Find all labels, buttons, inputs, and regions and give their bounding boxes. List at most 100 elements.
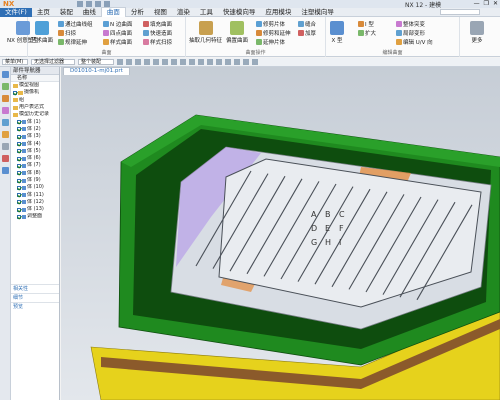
endpoint-snap-icon[interactable]: [162, 59, 168, 65]
law-extension-button[interactable]: 规律延伸: [58, 38, 87, 46]
view-fit-icon[interactable]: [198, 59, 204, 65]
preview-section[interactable]: 预览: [11, 302, 59, 311]
visibility-checkbox[interactable]: [17, 200, 21, 205]
tab-curve[interactable]: 曲线: [78, 8, 101, 17]
through-curves-button[interactable]: 通过曲线组: [58, 20, 93, 28]
process-studio-icon[interactable]: [2, 167, 9, 174]
tree-item[interactable]: 体 (7): [11, 162, 59, 169]
tree-item[interactable]: 体 (13): [11, 206, 59, 213]
sew-button[interactable]: 缝合: [298, 20, 316, 28]
zoom-icon[interactable]: [207, 59, 213, 65]
deselect-icon[interactable]: [135, 59, 141, 65]
more-button[interactable]: 更多: [470, 21, 484, 44]
offset-surface-button[interactable]: 偏置曲面: [226, 21, 248, 44]
visibility-checkbox[interactable]: [17, 171, 21, 176]
tree-item[interactable]: 体 (11): [11, 191, 59, 198]
history-icon[interactable]: [2, 119, 9, 126]
tab-analysis[interactable]: 分析: [126, 8, 149, 17]
tree-item[interactable]: 体 (8): [11, 170, 59, 177]
part-navigator-icon[interactable]: [2, 71, 9, 78]
tree-item[interactable]: 体 (10): [11, 184, 59, 191]
system-materials-icon[interactable]: [2, 143, 9, 150]
sweep-button[interactable]: 扫掠: [58, 29, 76, 37]
four-point-button[interactable]: 四点曲面: [103, 29, 132, 37]
enlarge-button[interactable]: 扩大: [358, 29, 376, 37]
face-rule-icon[interactable]: [153, 59, 159, 65]
styled-sweep-button[interactable]: 样式扫掠: [143, 38, 172, 46]
visibility-checkbox[interactable]: [17, 142, 21, 147]
center-snap-icon[interactable]: [180, 59, 186, 65]
i-form-button[interactable]: I 型: [358, 20, 374, 28]
tree-item[interactable]: 模型历史记录: [11, 111, 59, 118]
visibility-checkbox[interactable]: [17, 193, 21, 198]
layer-icon[interactable]: [252, 59, 258, 65]
curve-rule-icon[interactable]: [144, 59, 150, 65]
tab-mold-wizard[interactable]: 注塑模向导: [296, 8, 339, 17]
extend-sheet-button[interactable]: 延伸片体: [256, 38, 285, 46]
tree-item[interactable]: 摄像机: [11, 89, 59, 96]
global-shaping-button[interactable]: 整体突变: [396, 20, 425, 28]
tree-item[interactable]: 用户表达式: [11, 104, 59, 111]
minimize-button[interactable]: —: [474, 0, 480, 7]
reuse-library-icon[interactable]: [2, 107, 9, 114]
web-browser-icon[interactable]: [2, 131, 9, 138]
constraint-navigator-icon[interactable]: [2, 95, 9, 102]
selection-scope-dropdown[interactable]: 整个装配: [78, 59, 114, 65]
dependencies-section[interactable]: 相关性: [11, 284, 59, 293]
tree-item[interactable]: 体 (1): [11, 118, 59, 125]
intersect-snap-icon[interactable]: [189, 59, 195, 65]
shaded-view-icon[interactable]: [234, 59, 240, 65]
tab-assembly[interactable]: 装配: [55, 8, 78, 17]
tab-render[interactable]: 渲染: [172, 8, 195, 17]
visibility-checkbox[interactable]: [17, 120, 21, 125]
menu-dropdown[interactable]: 菜单(M): [2, 59, 28, 65]
edit-uv-button[interactable]: 编辑 U/V 向: [396, 38, 433, 46]
snap-point-icon[interactable]: [117, 59, 123, 65]
visibility-checkbox[interactable]: [17, 178, 21, 183]
tree-item[interactable]: 调整面: [11, 213, 59, 220]
graphics-window[interactable]: D01010-1-mj01.prt ABCDEFGHI: [61, 67, 500, 400]
tab-applications[interactable]: 应用模块: [260, 8, 296, 17]
role-icon[interactable]: [2, 155, 9, 162]
tree-item[interactable]: 体 (5): [11, 148, 59, 155]
tree-item[interactable]: 体 (2): [11, 126, 59, 133]
tree-item[interactable]: 体 (9): [11, 177, 59, 184]
tree-item[interactable]: 体 (12): [11, 199, 59, 206]
rotate-icon[interactable]: [216, 59, 222, 65]
type-filter-dropdown[interactable]: 无选择过滤器: [31, 59, 75, 65]
details-section[interactable]: 细节: [11, 293, 59, 302]
trim-extend-button[interactable]: 修剪和延伸: [256, 29, 291, 37]
midpoint-snap-icon[interactable]: [171, 59, 177, 65]
command-search-input[interactable]: [440, 9, 480, 15]
mold-model-view[interactable]: A B C D E F G H I: [61, 67, 500, 400]
select-all-icon[interactable]: [126, 59, 132, 65]
local-deform-button[interactable]: 局部变形: [396, 29, 425, 37]
assembly-navigator-icon[interactable]: [2, 83, 9, 90]
x-form-button[interactable]: X 型: [330, 21, 344, 44]
visibility-checkbox[interactable]: [17, 163, 21, 168]
visibility-checkbox[interactable]: [17, 214, 21, 219]
tab-quick-mold[interactable]: 快速模向导: [218, 8, 261, 17]
trim-sheet-button[interactable]: 修剪片体: [256, 20, 285, 28]
tab-view[interactable]: 视图: [149, 8, 172, 17]
tree-item[interactable]: 体 (3): [11, 133, 59, 140]
pan-icon[interactable]: [225, 59, 231, 65]
save-icon[interactable]: [77, 1, 84, 7]
visibility-checkbox[interactable]: [17, 207, 21, 212]
studio-surface-button[interactable]: 艺术曲面: [31, 21, 53, 44]
tab-home[interactable]: 主页: [32, 8, 55, 17]
tab-surface[interactable]: 曲面: [100, 7, 126, 17]
orient-view-icon[interactable]: [243, 59, 249, 65]
fill-surface-button[interactable]: 填充曲面: [143, 20, 172, 28]
maximize-button[interactable]: ❐: [484, 0, 489, 7]
visibility-checkbox[interactable]: [17, 134, 21, 139]
visibility-checkbox[interactable]: [17, 156, 21, 161]
visibility-checkbox[interactable]: [17, 127, 21, 132]
visibility-checkbox[interactable]: [17, 185, 21, 190]
close-button[interactable]: ✕: [493, 0, 498, 7]
thicken-button[interactable]: 加厚: [298, 29, 316, 37]
extract-geometry-button[interactable]: 抽取几何特征: [189, 21, 222, 44]
file-menu[interactable]: 文件(F): [0, 7, 32, 17]
tree-item[interactable]: 体 (4): [11, 140, 59, 147]
name-column-header[interactable]: 名称: [11, 75, 59, 82]
